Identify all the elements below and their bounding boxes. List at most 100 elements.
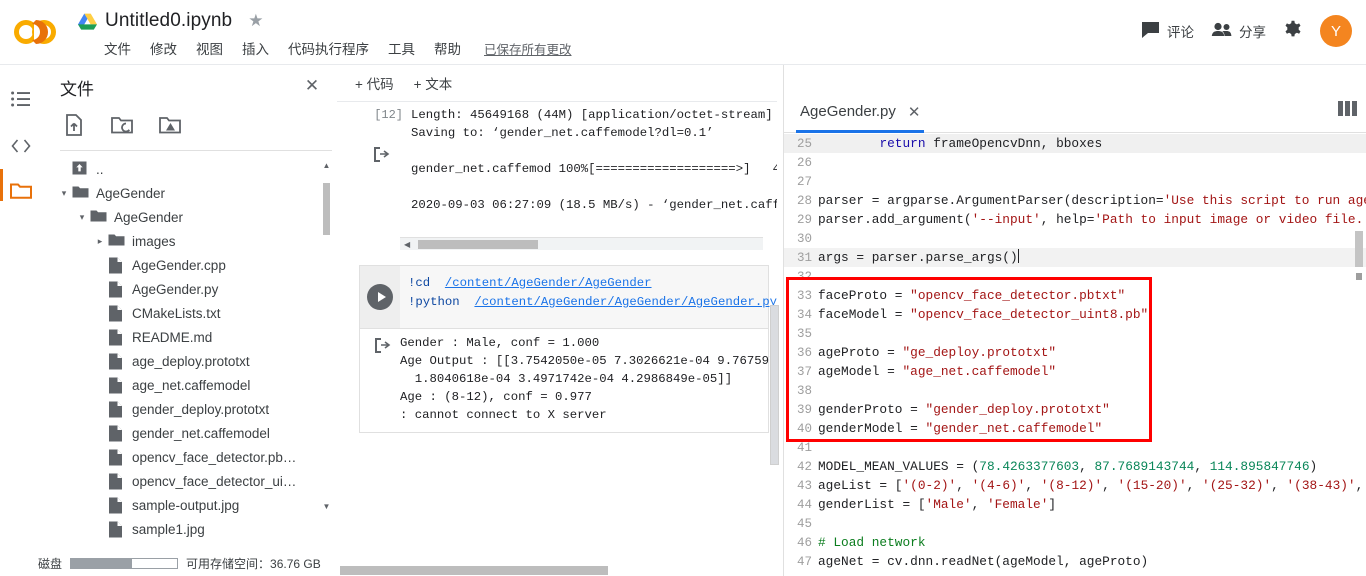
saved-status[interactable]: 已保存所有更改 (484, 39, 572, 58)
editor-line-27[interactable]: 27 (784, 172, 1366, 191)
editor-line-26[interactable]: 26 (784, 153, 1366, 172)
twisty-collapsed-icon[interactable]: ▸ (92, 233, 108, 249)
file-tree-item-label: gender_net.caffemodel (132, 426, 270, 441)
file-tree-item-sample-output-jpg[interactable]: sample-output.jpg (42, 493, 337, 517)
refresh-folder-icon[interactable] (110, 113, 134, 137)
editor-line-47[interactable]: 47ageNet = cv.dnn.readNet(ageModel, ageP… (784, 552, 1366, 571)
menu-item-tools[interactable]: 工具 (388, 38, 415, 58)
editor-line-31[interactable]: 31args = parser.parse_args() (784, 248, 1366, 267)
file-tree-item-opencv-face-detector-pb-[interactable]: opencv_face_detector.pb… (42, 445, 337, 469)
file-tree-scrollbar[interactable]: ▲ ▼ (322, 161, 331, 521)
menu-item-edit[interactable]: 修改 (150, 38, 177, 58)
scroll-up-arrow[interactable]: ▲ (322, 161, 331, 170)
twisty-expanded-icon[interactable]: ▾ (74, 209, 90, 225)
comment-button[interactable]: 评论 (1141, 21, 1194, 41)
editor-line-29[interactable]: 29parser.add_argument('--input', help='P… (784, 210, 1366, 229)
file-tree-item-agegender[interactable]: ▾AgeGender (42, 205, 337, 229)
code-editor-pane: AgeGender.py ✕ 25 return frameOpencvDnn,… (783, 65, 1366, 576)
avatar[interactable]: Y (1320, 15, 1352, 47)
settings-button[interactable] (1283, 20, 1303, 43)
notebook-code-cell[interactable]: !cd /content/AgeGender/AgeGender !python… (359, 265, 769, 329)
code-line-2-path[interactable]: /content/AgeGender/AgeGender/AgeGender.p… (474, 295, 777, 309)
editor-line-42[interactable]: 42MODEL_MEAN_VALUES = (78.4263377603, 87… (784, 457, 1366, 476)
editor-vscroll-thumb[interactable] (1355, 231, 1363, 267)
tab-agegender-py[interactable]: AgeGender.py ✕ (796, 93, 924, 133)
star-icon[interactable]: ★ (248, 11, 263, 31)
menu-item-runtime[interactable]: 代码执行程序 (288, 38, 369, 58)
columns-icon[interactable] (1338, 101, 1357, 116)
notebook-vscrollbar[interactable] (770, 110, 780, 570)
editor-vscrollbar[interactable] (1354, 141, 1364, 571)
menu-item-insert[interactable]: 插入 (242, 38, 269, 58)
editor-line-36[interactable]: 36ageProto = "ge_deploy.prototxt" (784, 343, 1366, 362)
editor-line-37[interactable]: 37ageModel = "age_net.caffemodel" (784, 362, 1366, 381)
notebook-vscroll-thumb[interactable] (770, 305, 779, 465)
file-tree-item-gender-deploy-prototxt[interactable]: gender_deploy.prototxt (42, 397, 337, 421)
editor-line-34[interactable]: 34faceModel = "opencv_face_detector_uint… (784, 305, 1366, 324)
editor-line-35[interactable]: 35 (784, 324, 1366, 343)
files-panel-title: 文件 (60, 75, 94, 100)
file-tree-item-readme-md[interactable]: README.md (42, 325, 337, 349)
share-button[interactable]: 分享 (1211, 21, 1266, 41)
line-number: 38 (784, 382, 812, 401)
code-line-1-path[interactable]: /content/AgeGender/AgeGender (445, 276, 652, 290)
add-text-cell-button[interactable]: + 文本 (414, 73, 453, 93)
upload-file-icon[interactable] (62, 113, 86, 137)
file-tree-item-agegender[interactable]: ▾AgeGender (42, 181, 337, 205)
line-number: 47 (784, 553, 812, 572)
file-tree-item--[interactable]: .. (42, 157, 337, 181)
notebook-title-row: Untitled0.ipynb ★ (78, 6, 263, 36)
editor-source-area[interactable]: 25 return frameOpencvDnn, bboxes262728pa… (784, 134, 1366, 576)
editor-line-28[interactable]: 28parser = argparse.ArgumentParser(descr… (784, 191, 1366, 210)
code-cell-source[interactable]: !cd /content/AgeGender/AgeGender !python… (408, 274, 777, 312)
file-tree-item-sample1-jpg[interactable]: sample1.jpg (42, 517, 337, 541)
file-icon (108, 329, 125, 346)
code-snippets-icon[interactable] (8, 133, 34, 159)
scroll-down-arrow[interactable]: ▼ (322, 502, 331, 511)
close-icon[interactable]: ✕ (301, 75, 323, 97)
editor-line-44[interactable]: 44genderList = ['Male', 'Female'] (784, 495, 1366, 514)
file-tree-item-images[interactable]: ▸images (42, 229, 337, 253)
files-icon[interactable] (8, 177, 34, 203)
output-arrow-icon-2 (374, 337, 391, 354)
notebook-title[interactable]: Untitled0.ipynb (105, 10, 232, 32)
menu-item-view[interactable]: 视图 (196, 38, 223, 58)
hscrollbar-thumb[interactable] (418, 240, 538, 249)
menu-item-help[interactable]: 帮助 (434, 38, 461, 58)
file-tree-item-cmakelists-txt[interactable]: CMakeLists.txt (42, 301, 337, 325)
menu-item-file[interactable]: 文件 (104, 38, 131, 58)
run-cell-button[interactable] (360, 266, 400, 328)
file-tree-item-label: opencv_face_detector_ui… (132, 474, 296, 489)
editor-line-30[interactable]: 30 (784, 229, 1366, 248)
file-tree-item-age-deploy-prototxt[interactable]: age_deploy.prototxt (42, 349, 337, 373)
editor-line-39[interactable]: 39genderProto = "gender_deploy.prototxt" (784, 400, 1366, 419)
twisty-expanded-icon[interactable]: ▾ (56, 185, 72, 201)
add-code-cell-button[interactable]: + 代码 (355, 73, 394, 93)
file-tree-item-agegender-py[interactable]: AgeGender.py (42, 277, 337, 301)
file-tree-item-opencv-face-detector-ui-[interactable]: opencv_face_detector_ui… (42, 469, 337, 493)
editor-line-33[interactable]: 33faceProto = "opencv_face_detector.pbtx… (784, 286, 1366, 305)
file-tree-item-alphablending[interactable]: ▸AlphaBlending (42, 541, 337, 542)
toc-icon[interactable] (8, 86, 34, 112)
editor-tab-label: AgeGender.py (800, 103, 896, 120)
notebook-hscrollbar[interactable] (340, 566, 608, 575)
file-tree-item-gender-net-caffemodel[interactable]: gender_net.caffemodel (42, 421, 337, 445)
scrollbar-thumb[interactable] (323, 183, 330, 235)
file-tree-item-agegender-cpp[interactable]: AgeGender.cpp (42, 253, 337, 277)
editor-line-38[interactable]: 38 (784, 381, 1366, 400)
add-code-label: + 代码 (355, 73, 394, 93)
colab-logo[interactable] (12, 12, 64, 52)
editor-line-32[interactable]: 32 (784, 267, 1366, 286)
hscroll-left-arrow[interactable]: ◀ (404, 240, 410, 249)
play-icon (367, 284, 393, 310)
mount-drive-icon[interactable] (158, 113, 182, 137)
close-icon[interactable]: ✕ (908, 103, 921, 121)
editor-line-45[interactable]: 45 (784, 514, 1366, 533)
editor-line-40[interactable]: 40genderModel = "gender_net.caffemodel" (784, 419, 1366, 438)
output-hscrollbar[interactable]: ◀ (400, 237, 763, 250)
file-tree-item-age-net-caffemodel[interactable]: age_net.caffemodel (42, 373, 337, 397)
editor-line-41[interactable]: 41 (784, 438, 1366, 457)
editor-line-25[interactable]: 25 return frameOpencvDnn, bboxes (784, 134, 1366, 153)
editor-line-46[interactable]: 46# Load network (784, 533, 1366, 552)
editor-line-43[interactable]: 43ageList = ['(0-2)', '(4-6)', '(8-12)',… (784, 476, 1366, 495)
